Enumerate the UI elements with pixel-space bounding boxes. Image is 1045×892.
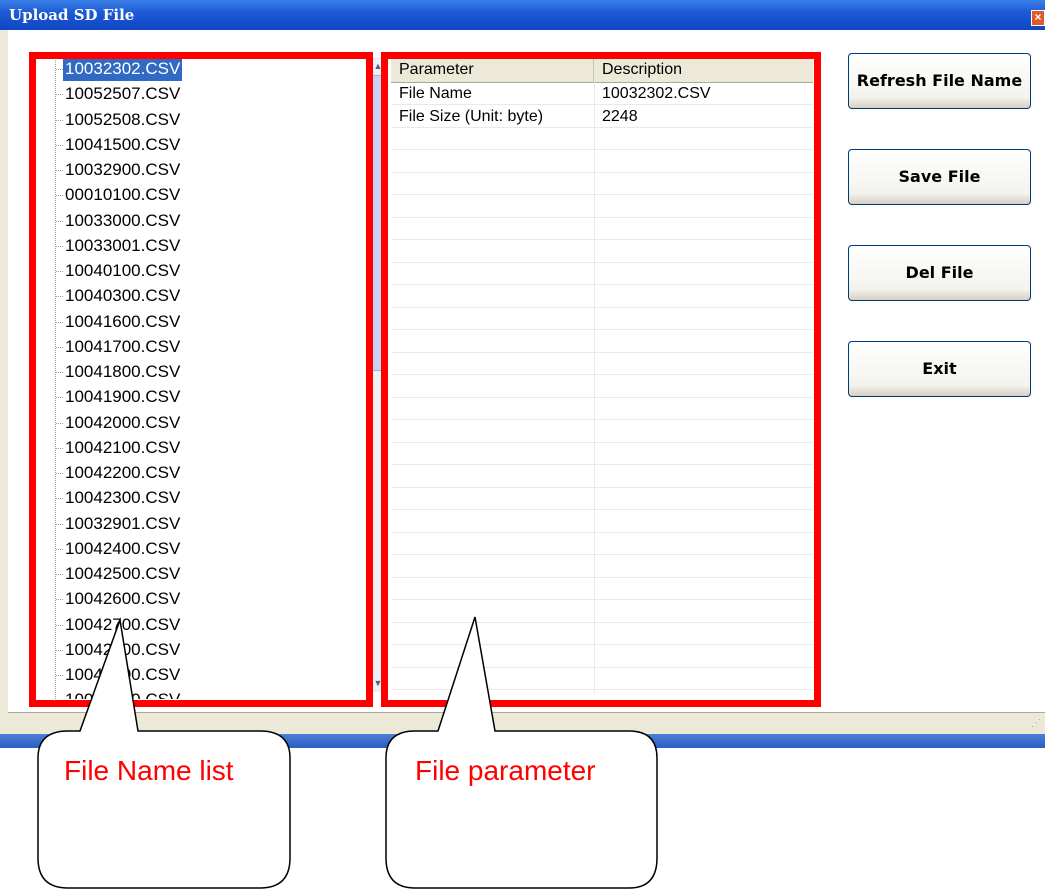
callout-file-name-list bbox=[37, 617, 291, 889]
file-name-list-callout-label: File Name list bbox=[64, 755, 234, 786]
file-parameter-callout-label: File parameter bbox=[415, 755, 596, 786]
callout-file-parameter bbox=[385, 616, 658, 889]
